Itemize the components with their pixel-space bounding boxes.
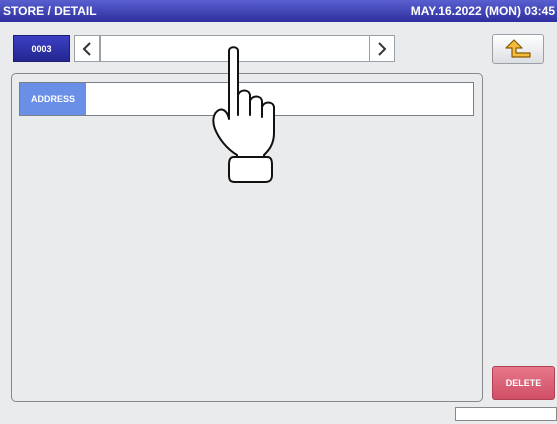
record-number-badge[interactable]: 0003	[13, 35, 70, 62]
return-arrow-icon	[505, 39, 531, 58]
address-label: ADDRESS	[20, 83, 86, 115]
title-bar: STORE / DETAIL MAY.16.2022 (MON) 03:45	[0, 0, 557, 22]
back-button[interactable]	[492, 34, 544, 64]
delete-button[interactable]: DELETE	[492, 366, 555, 400]
tap-hand-icon	[212, 46, 275, 183]
screen-title: STORE / DETAIL	[3, 4, 97, 18]
previous-record-button[interactable]	[74, 35, 100, 62]
date-time: MAY.16.2022 (MON) 03:45	[410, 4, 555, 18]
chevron-left-icon	[82, 41, 91, 56]
next-record-button[interactable]	[369, 35, 395, 62]
chevron-right-icon	[378, 41, 387, 56]
status-field	[455, 407, 557, 421]
